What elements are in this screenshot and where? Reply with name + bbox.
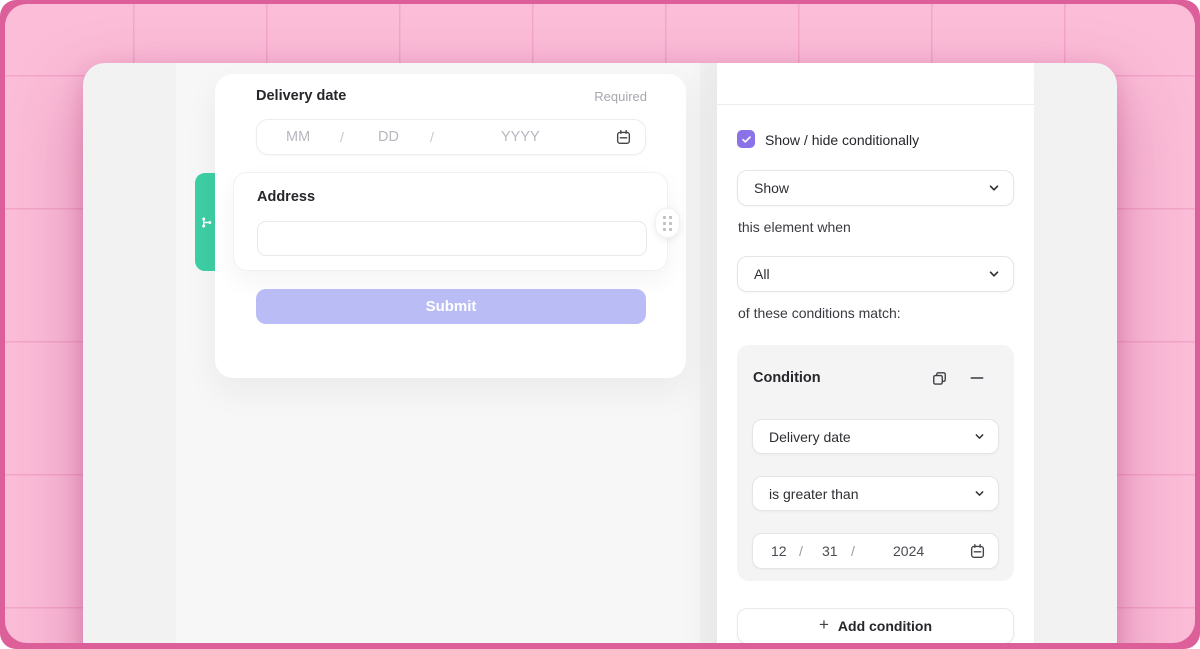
condition-operator-value: is greater than [769, 486, 859, 502]
chevron-down-icon [974, 488, 985, 499]
conditions-match-text: of these conditions match: [738, 305, 901, 321]
remove-condition-button[interactable] [966, 367, 988, 389]
screen-frame: Delivery date Required MM / DD / YYYY [0, 0, 1200, 649]
duplicate-condition-button[interactable] [928, 367, 950, 389]
address-label: Address [257, 189, 315, 205]
calendar-icon[interactable] [968, 542, 986, 560]
address-field-card[interactable]: Address [233, 172, 668, 271]
chevron-down-icon [988, 268, 1000, 280]
add-condition-label: Add condition [838, 618, 932, 634]
condition-operator-select[interactable]: is greater than [752, 476, 999, 511]
address-input[interactable] [257, 221, 647, 256]
delivery-date-input[interactable]: MM / DD / YYYY [256, 119, 646, 155]
branch-icon [200, 216, 213, 229]
condition-title: Condition [753, 370, 821, 386]
panel-divider [717, 104, 1034, 105]
condition-month-value[interactable]: 12 [771, 543, 787, 559]
app-window: Delivery date Required MM / DD / YYYY [83, 63, 1117, 643]
calendar-icon[interactable] [614, 128, 632, 146]
date-separator: / [340, 129, 344, 145]
required-badge: Required [594, 89, 647, 104]
match-select-value: All [754, 266, 770, 282]
plus-icon: + [819, 615, 829, 635]
condition-field-value: Delivery date [769, 429, 851, 445]
add-condition-button[interactable]: + Add condition [737, 608, 1014, 643]
date-separator: / [799, 543, 803, 559]
show-hide-checkbox[interactable] [737, 130, 755, 148]
delivery-date-label: Delivery date [256, 88, 346, 104]
date-separator: / [851, 543, 855, 559]
condition-field-select[interactable]: Delivery date [752, 419, 999, 454]
when-text: this element when [738, 219, 851, 235]
check-icon [741, 134, 752, 145]
chevron-down-icon [974, 431, 985, 442]
match-select[interactable]: All [737, 256, 1014, 292]
drag-dots-icon [663, 216, 672, 231]
submit-button[interactable]: Submit [256, 289, 646, 324]
date-separator: / [430, 129, 434, 145]
condition-date-input[interactable]: 12 / 31 / 2024 [752, 533, 999, 569]
day-segment[interactable]: DD [378, 129, 399, 145]
grid-background: Delivery date Required MM / DD / YYYY [5, 4, 1195, 643]
settings-panel: Show / hide conditionally Show this elem… [717, 63, 1034, 643]
chevron-down-icon [988, 182, 1000, 194]
year-segment[interactable]: YYYY [501, 129, 540, 145]
conditional-logic-tab[interactable] [195, 173, 217, 271]
drag-handle[interactable] [655, 208, 680, 238]
condition-day-value[interactable]: 31 [822, 543, 838, 559]
month-segment[interactable]: MM [286, 129, 310, 145]
show-hide-label: Show / hide conditionally [765, 132, 919, 148]
form-preview-card: Delivery date Required MM / DD / YYYY [215, 74, 686, 378]
condition-card: Condition Delivery date [737, 345, 1014, 581]
condition-year-value[interactable]: 2024 [893, 543, 924, 559]
visibility-select[interactable]: Show [737, 170, 1014, 206]
visibility-select-value: Show [754, 180, 789, 196]
